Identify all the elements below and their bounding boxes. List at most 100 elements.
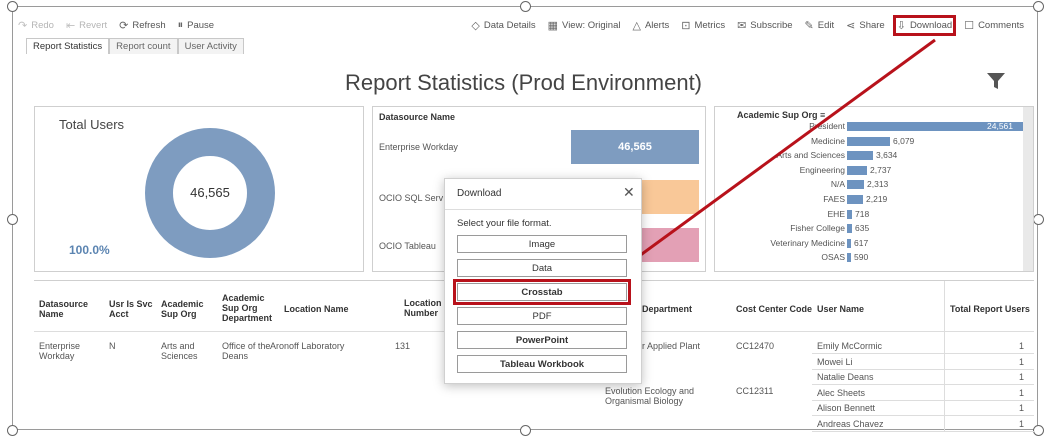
academic-row-value: 3,634 bbox=[876, 150, 898, 161]
share-icon: ⋖ bbox=[846, 19, 856, 32]
col-academic-sup-org[interactable]: Academic Sup Org bbox=[161, 299, 211, 319]
cell-location-name: Aronoff Laboratory bbox=[270, 341, 345, 351]
tab-user-activity[interactable]: User Activity bbox=[177, 38, 244, 54]
metrics-button[interactable]: ⊡ Metrics bbox=[681, 19, 725, 32]
academic-row-value: 590 bbox=[854, 252, 869, 263]
filter-icon[interactable] bbox=[985, 70, 1007, 92]
col-location-number[interactable]: Location Number bbox=[404, 298, 444, 318]
academic-row-bar bbox=[847, 209, 852, 219]
cell-user-name: Mowei Li bbox=[817, 356, 853, 367]
col-location-name[interactable]: Location Name bbox=[284, 304, 374, 314]
revert-label: Revert bbox=[79, 19, 108, 31]
resize-handle-bottom-left[interactable] bbox=[7, 425, 18, 436]
dialog-title: Download bbox=[457, 188, 502, 199]
academic-row-bar bbox=[847, 224, 852, 234]
subscribe-label: Subscribe bbox=[750, 19, 793, 31]
academic-row[interactable]: N/A 2,313 bbox=[715, 179, 1035, 190]
view-label: View: Original bbox=[562, 19, 621, 31]
close-icon[interactable]: ✕ bbox=[623, 184, 635, 201]
col-user-name[interactable]: User Name bbox=[817, 304, 897, 314]
academic-header-label: Academic Sup Org bbox=[737, 110, 818, 120]
academic-row-bar bbox=[847, 180, 864, 190]
cell-cost-center-2: CC12311 bbox=[736, 386, 774, 396]
col-datasource-name[interactable]: Datasource Name bbox=[39, 299, 89, 319]
resize-handle-bottom-right[interactable] bbox=[1033, 425, 1044, 436]
cell-user-name: Emily McCormic bbox=[817, 341, 882, 351]
academic-row-label: Fisher College bbox=[790, 223, 845, 234]
cell-academic-department: Office of the Deans bbox=[222, 341, 271, 361]
total-users-card: Total Users 46,565 100.0% bbox=[34, 106, 364, 272]
sort-icon[interactable]: ≡ bbox=[820, 110, 825, 120]
tab-report-statistics[interactable]: Report Statistics bbox=[26, 38, 110, 54]
pdf-option-button[interactable]: PDF bbox=[457, 307, 627, 325]
datasource-bar-1[interactable]: 46,565 bbox=[571, 130, 699, 164]
redo-label: Redo bbox=[31, 19, 54, 31]
scrollbar[interactable] bbox=[1023, 107, 1033, 271]
alerts-label: Alerts bbox=[644, 19, 670, 31]
data-option-button[interactable]: Data bbox=[457, 259, 627, 277]
academic-row-label: FAES bbox=[823, 194, 845, 204]
academic-row-bar bbox=[847, 136, 890, 146]
academic-row[interactable]: Fisher College 635 bbox=[715, 223, 1035, 234]
view-original-button[interactable]: ▦ View: Original bbox=[548, 19, 621, 32]
academic-row[interactable]: EHE 718 bbox=[715, 209, 1035, 220]
redo-icon: ↷ bbox=[18, 19, 28, 32]
crosstab-option-button[interactable]: Crosstab bbox=[453, 279, 631, 305]
col-department[interactable]: Department bbox=[642, 304, 732, 314]
page-title: Report Statistics (Prod Environment) bbox=[344, 70, 703, 95]
edit-label: Edit bbox=[817, 19, 835, 31]
academic-header: Academic Sup Org ≡ bbox=[737, 110, 825, 120]
comments-button[interactable]: ☐ Comments bbox=[964, 19, 1024, 32]
academic-row[interactable]: FAES 2,219 bbox=[715, 194, 1035, 205]
data-details-button[interactable]: ◇ Data Details bbox=[471, 19, 535, 32]
redo-button[interactable]: ↷ Redo bbox=[18, 19, 54, 32]
refresh-button[interactable]: ⟳ Refresh bbox=[119, 19, 165, 32]
dialog-subtitle: Select your file format. bbox=[457, 218, 552, 229]
image-option-button[interactable]: Image bbox=[457, 235, 627, 253]
powerpoint-option-button[interactable]: PowerPoint bbox=[457, 331, 627, 349]
sheet-tabs: Report Statistics Report count User Acti… bbox=[26, 38, 244, 54]
refresh-icon: ⟳ bbox=[119, 19, 129, 32]
share-button[interactable]: ⋖ Share bbox=[846, 19, 885, 32]
resize-handle-top-center[interactable] bbox=[520, 1, 531, 12]
academic-row[interactable]: OSAS 590 bbox=[715, 252, 1035, 263]
academic-row-value: 24,561 bbox=[987, 121, 1013, 131]
download-icon: ⇩ bbox=[896, 19, 906, 32]
pause-button[interactable]: ⏸ Pause bbox=[178, 19, 214, 32]
cell-total-report-users: 1 bbox=[1018, 356, 1024, 367]
download-button[interactable]: ⇩ Download bbox=[892, 14, 957, 36]
academic-row-bar bbox=[847, 238, 851, 248]
resize-handle-mid-left[interactable] bbox=[7, 214, 18, 225]
academic-row[interactable]: Engineering 2,737 bbox=[715, 165, 1035, 176]
resize-handle-top-right[interactable] bbox=[1033, 1, 1044, 12]
revert-button[interactable]: ⇤ Revert bbox=[66, 19, 107, 32]
alert-icon: △ bbox=[632, 19, 641, 32]
col-academic-sup-org-department[interactable]: Academic Sup Org Department bbox=[222, 293, 280, 323]
table-column-divider bbox=[944, 281, 945, 431]
col-usr-is-svc-acct[interactable]: Usr Is Svc Acct bbox=[109, 299, 157, 319]
academic-row-label: OSAS bbox=[821, 252, 845, 263]
tab-report-count[interactable]: Report count bbox=[109, 38, 178, 54]
datasource-name-1: Enterprise Workday bbox=[379, 142, 458, 152]
academic-row-bar bbox=[847, 253, 851, 263]
cell-total-report-users: 1 bbox=[1018, 341, 1024, 351]
academic-row[interactable]: Arts and Sciences 3,634 bbox=[715, 150, 1035, 161]
cell-total-report-users: 1 bbox=[1018, 372, 1024, 382]
academic-row-label: EHE bbox=[827, 208, 845, 219]
tableau-workbook-option-button[interactable]: Tableau Workbook bbox=[457, 355, 627, 373]
resize-handle-top-left[interactable] bbox=[7, 1, 18, 12]
cell-academic-sup-org: Arts and Sciences bbox=[161, 341, 198, 361]
academic-row-label: President bbox=[809, 121, 845, 131]
alerts-button[interactable]: △ Alerts bbox=[632, 19, 669, 32]
academic-row[interactable]: Veterinary Medicine 617 bbox=[715, 238, 1035, 249]
table-row-divider bbox=[812, 430, 1034, 432]
academic-row[interactable]: President 24,561 bbox=[715, 121, 1035, 132]
col-total-report-users[interactable]: Total Report Users bbox=[950, 304, 1034, 314]
academic-row[interactable]: Medicine 6,079 bbox=[715, 136, 1035, 147]
academic-row-label: N/A bbox=[830, 179, 845, 190]
datasource-bar-1-value: 46,565 bbox=[618, 141, 652, 153]
edit-button[interactable]: ✎ Edit bbox=[805, 19, 835, 32]
cell-user-name: Natalie Deans bbox=[817, 372, 874, 382]
academic-row-value: 6,079 bbox=[893, 135, 915, 146]
subscribe-button[interactable]: ✉ Subscribe bbox=[737, 19, 792, 32]
